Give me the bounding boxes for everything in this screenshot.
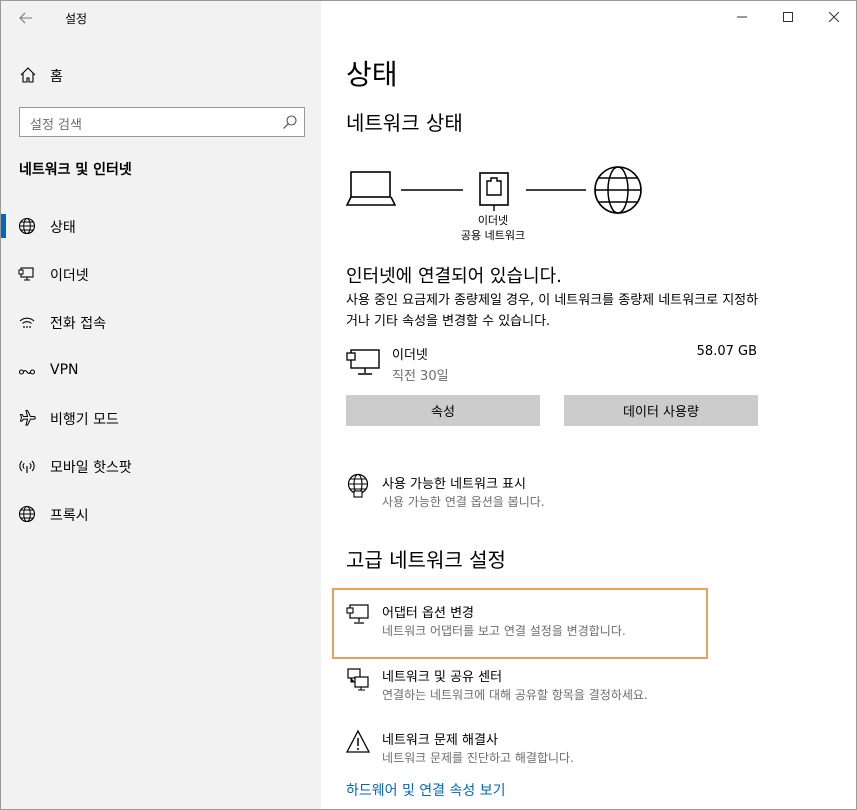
network-diagram: 이더넷 공용 네트워크 bbox=[346, 161, 656, 251]
ethernet-adapter-icon bbox=[346, 349, 380, 375]
adapter-icon bbox=[346, 604, 369, 624]
warning-icon bbox=[346, 729, 370, 753]
network-globe-icon bbox=[347, 473, 369, 498]
connection-title: 인터넷에 연결되어 있습니다. bbox=[346, 266, 562, 287]
sidebar-item-status[interactable]: 상태 bbox=[1, 208, 321, 244]
sidebar-item-label: 이더넷 bbox=[50, 268, 89, 284]
troubleshooter-title: 네트워크 문제 해결사 bbox=[382, 733, 498, 748]
sidebar-item-home[interactable]: 홈 bbox=[1, 59, 321, 91]
adapter-options-title: 어댑터 옵션 변경 bbox=[382, 606, 474, 621]
sidebar-item-label: 비행기 모드 bbox=[50, 412, 119, 428]
sidebar-item-label: 프록시 bbox=[50, 508, 89, 524]
ethernet-name: 이더넷 bbox=[392, 348, 428, 363]
home-icon bbox=[20, 67, 36, 83]
globe-icon bbox=[18, 217, 36, 235]
section-title: 네트워크 및 인터넷 bbox=[19, 162, 132, 178]
ethernet-usage: 58.07 GB bbox=[696, 344, 757, 359]
back-button[interactable] bbox=[11, 5, 41, 31]
ethernet-port-icon bbox=[479, 172, 509, 211]
search-icon bbox=[283, 115, 297, 129]
ethernet-icon bbox=[18, 267, 34, 281]
internet-globe-icon bbox=[594, 166, 642, 214]
dialup-icon bbox=[19, 317, 35, 328]
sidebar-item-label: 상태 bbox=[50, 220, 76, 236]
settings-window: 설정 홈 설정 검색 네트워크 및 인터넷 상태 이더넷 전화 접속 VPN 비… bbox=[0, 0, 857, 810]
sidebar-item-label: VPN bbox=[50, 362, 79, 378]
sharing-center-link[interactable]: 네트워크 및 공유 센터 연결하는 네트워크에 대해 공유할 항목을 결정하세요… bbox=[346, 666, 726, 714]
show-networks-title: 사용 가능한 네트워크 표시 bbox=[382, 477, 526, 492]
sharing-center-icon bbox=[347, 668, 369, 691]
back-arrow-icon bbox=[19, 12, 32, 24]
search-input[interactable]: 설정 검색 bbox=[19, 107, 305, 137]
connection-line bbox=[526, 189, 586, 191]
ethernet-period: 직전 30일 bbox=[392, 369, 449, 384]
adapter-options-link[interactable]: 어댑터 옵션 변경 네트워크 어댑터를 보고 연결 설정을 변경합니다. bbox=[346, 602, 726, 650]
sidebar-item-vpn[interactable]: VPN bbox=[1, 353, 321, 389]
troubleshooter-link[interactable]: 네트워크 문제 해결사 네트워크 문제를 진단하고 해결합니다. bbox=[346, 729, 726, 777]
show-networks-link[interactable]: 사용 가능한 네트워크 표시 사용 가능한 연결 옵션을 봅니다. bbox=[346, 473, 726, 521]
network-status-heading: 네트워크 상태 bbox=[346, 111, 463, 135]
active-indicator bbox=[1, 214, 6, 238]
diagram-caption: 이더넷 공용 네트워크 bbox=[433, 213, 553, 243]
home-label: 홈 bbox=[50, 69, 63, 85]
troubleshooter-subtitle: 네트워크 문제를 진단하고 해결합니다. bbox=[382, 751, 574, 765]
sidebar-item-airplane[interactable]: 비행기 모드 bbox=[1, 400, 321, 436]
connection-line bbox=[401, 189, 463, 191]
page-title: 상태 bbox=[346, 58, 398, 91]
hotspot-icon bbox=[19, 460, 35, 473]
search-placeholder: 설정 검색 bbox=[30, 118, 82, 133]
sidebar-item-dialup[interactable]: 전화 접속 bbox=[1, 304, 321, 340]
diagram-caption-type: 이더넷 bbox=[477, 214, 509, 227]
main-panel: 상태 네트워크 상태 이더넷 공용 네트워크 인터넷에 연결되어 있습니다. 사… bbox=[322, 1, 857, 809]
show-networks-subtitle: 사용 가능한 연결 옵션을 봅니다. bbox=[382, 495, 545, 509]
sidebar-item-proxy[interactable]: 프록시 bbox=[1, 496, 321, 532]
app-title: 설정 bbox=[65, 12, 88, 26]
hardware-properties-link[interactable]: 하드웨어 및 연결 속성 보기 bbox=[346, 780, 505, 800]
diagram-caption-network: 공용 네트워크 bbox=[460, 229, 526, 242]
data-usage-button[interactable]: 데이터 사용량 bbox=[564, 395, 758, 426]
airplane-icon bbox=[19, 410, 36, 426]
proxy-globe-icon bbox=[18, 505, 36, 523]
advanced-settings-heading: 고급 네트워크 설정 bbox=[346, 548, 506, 572]
sidebar-item-label: 전화 접속 bbox=[50, 316, 106, 332]
connection-description: 사용 중인 요금제가 종량제일 경우, 이 네트워크를 종량제 네트워크로 지정… bbox=[346, 293, 759, 329]
vpn-icon bbox=[18, 369, 36, 375]
sharing-center-subtitle: 연결하는 네트워크에 대해 공유할 항목을 결정하세요. bbox=[382, 688, 648, 702]
sidebar-item-ethernet[interactable]: 이더넷 bbox=[1, 256, 321, 292]
sidebar-item-label: 모바일 핫스팟 bbox=[50, 460, 132, 476]
sharing-center-title: 네트워크 및 공유 센터 bbox=[382, 670, 503, 685]
laptop-icon bbox=[346, 171, 396, 206]
sidebar: 설정 홈 설정 검색 네트워크 및 인터넷 상태 이더넷 전화 접속 VPN 비… bbox=[1, 1, 321, 809]
properties-button[interactable]: 속성 bbox=[346, 395, 540, 426]
adapter-options-subtitle: 네트워크 어댑터를 보고 연결 설정을 변경합니다. bbox=[382, 624, 626, 638]
sidebar-item-hotspot[interactable]: 모바일 핫스팟 bbox=[1, 448, 321, 484]
